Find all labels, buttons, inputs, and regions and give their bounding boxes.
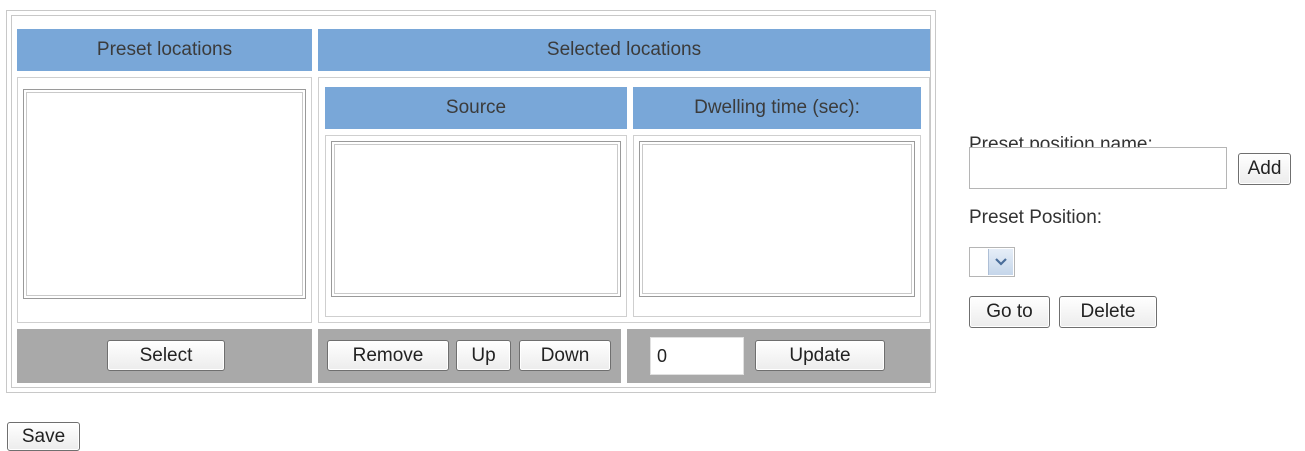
selected-locations-header-text: Selected locations	[546, 39, 702, 60]
down-button[interactable]: Down	[519, 340, 611, 371]
add-button[interactable]: Add	[1238, 153, 1291, 185]
preset-locations-header: Preset locations	[17, 29, 312, 71]
source-header-text: Source	[445, 97, 507, 118]
dwelling-time-header: Dwelling time (sec):	[633, 87, 921, 129]
source-list[interactable]	[331, 141, 621, 297]
select-button[interactable]: Select	[107, 340, 225, 371]
remove-button[interactable]: Remove	[327, 340, 449, 371]
preset-locations-header-text: Preset locations	[96, 39, 233, 60]
preset-locations-list[interactable]	[23, 89, 306, 299]
chevron-down-icon[interactable]	[988, 249, 1013, 275]
save-button[interactable]: Save	[7, 422, 80, 451]
sequence-frame: Preset locations Selected locations Sour…	[6, 10, 936, 393]
update-button[interactable]: Update	[755, 340, 885, 371]
go-to-button[interactable]: Go to	[969, 296, 1050, 328]
dwelling-time-list[interactable]	[639, 141, 915, 297]
chevron-down-glyph	[995, 258, 1007, 266]
up-button[interactable]: Up	[456, 340, 511, 371]
preset-position-name-input[interactable]	[969, 147, 1227, 189]
selected-locations-header: Selected locations	[318, 29, 930, 71]
source-header: Source	[325, 87, 627, 129]
preset-position-select[interactable]	[969, 247, 1015, 277]
delete-button[interactable]: Delete	[1059, 296, 1157, 328]
preset-position-label: Preset Position:	[969, 207, 1103, 228]
dwelling-time-header-text: Dwelling time (sec):	[694, 97, 860, 118]
dwelling-time-input[interactable]: 0	[650, 337, 744, 375]
